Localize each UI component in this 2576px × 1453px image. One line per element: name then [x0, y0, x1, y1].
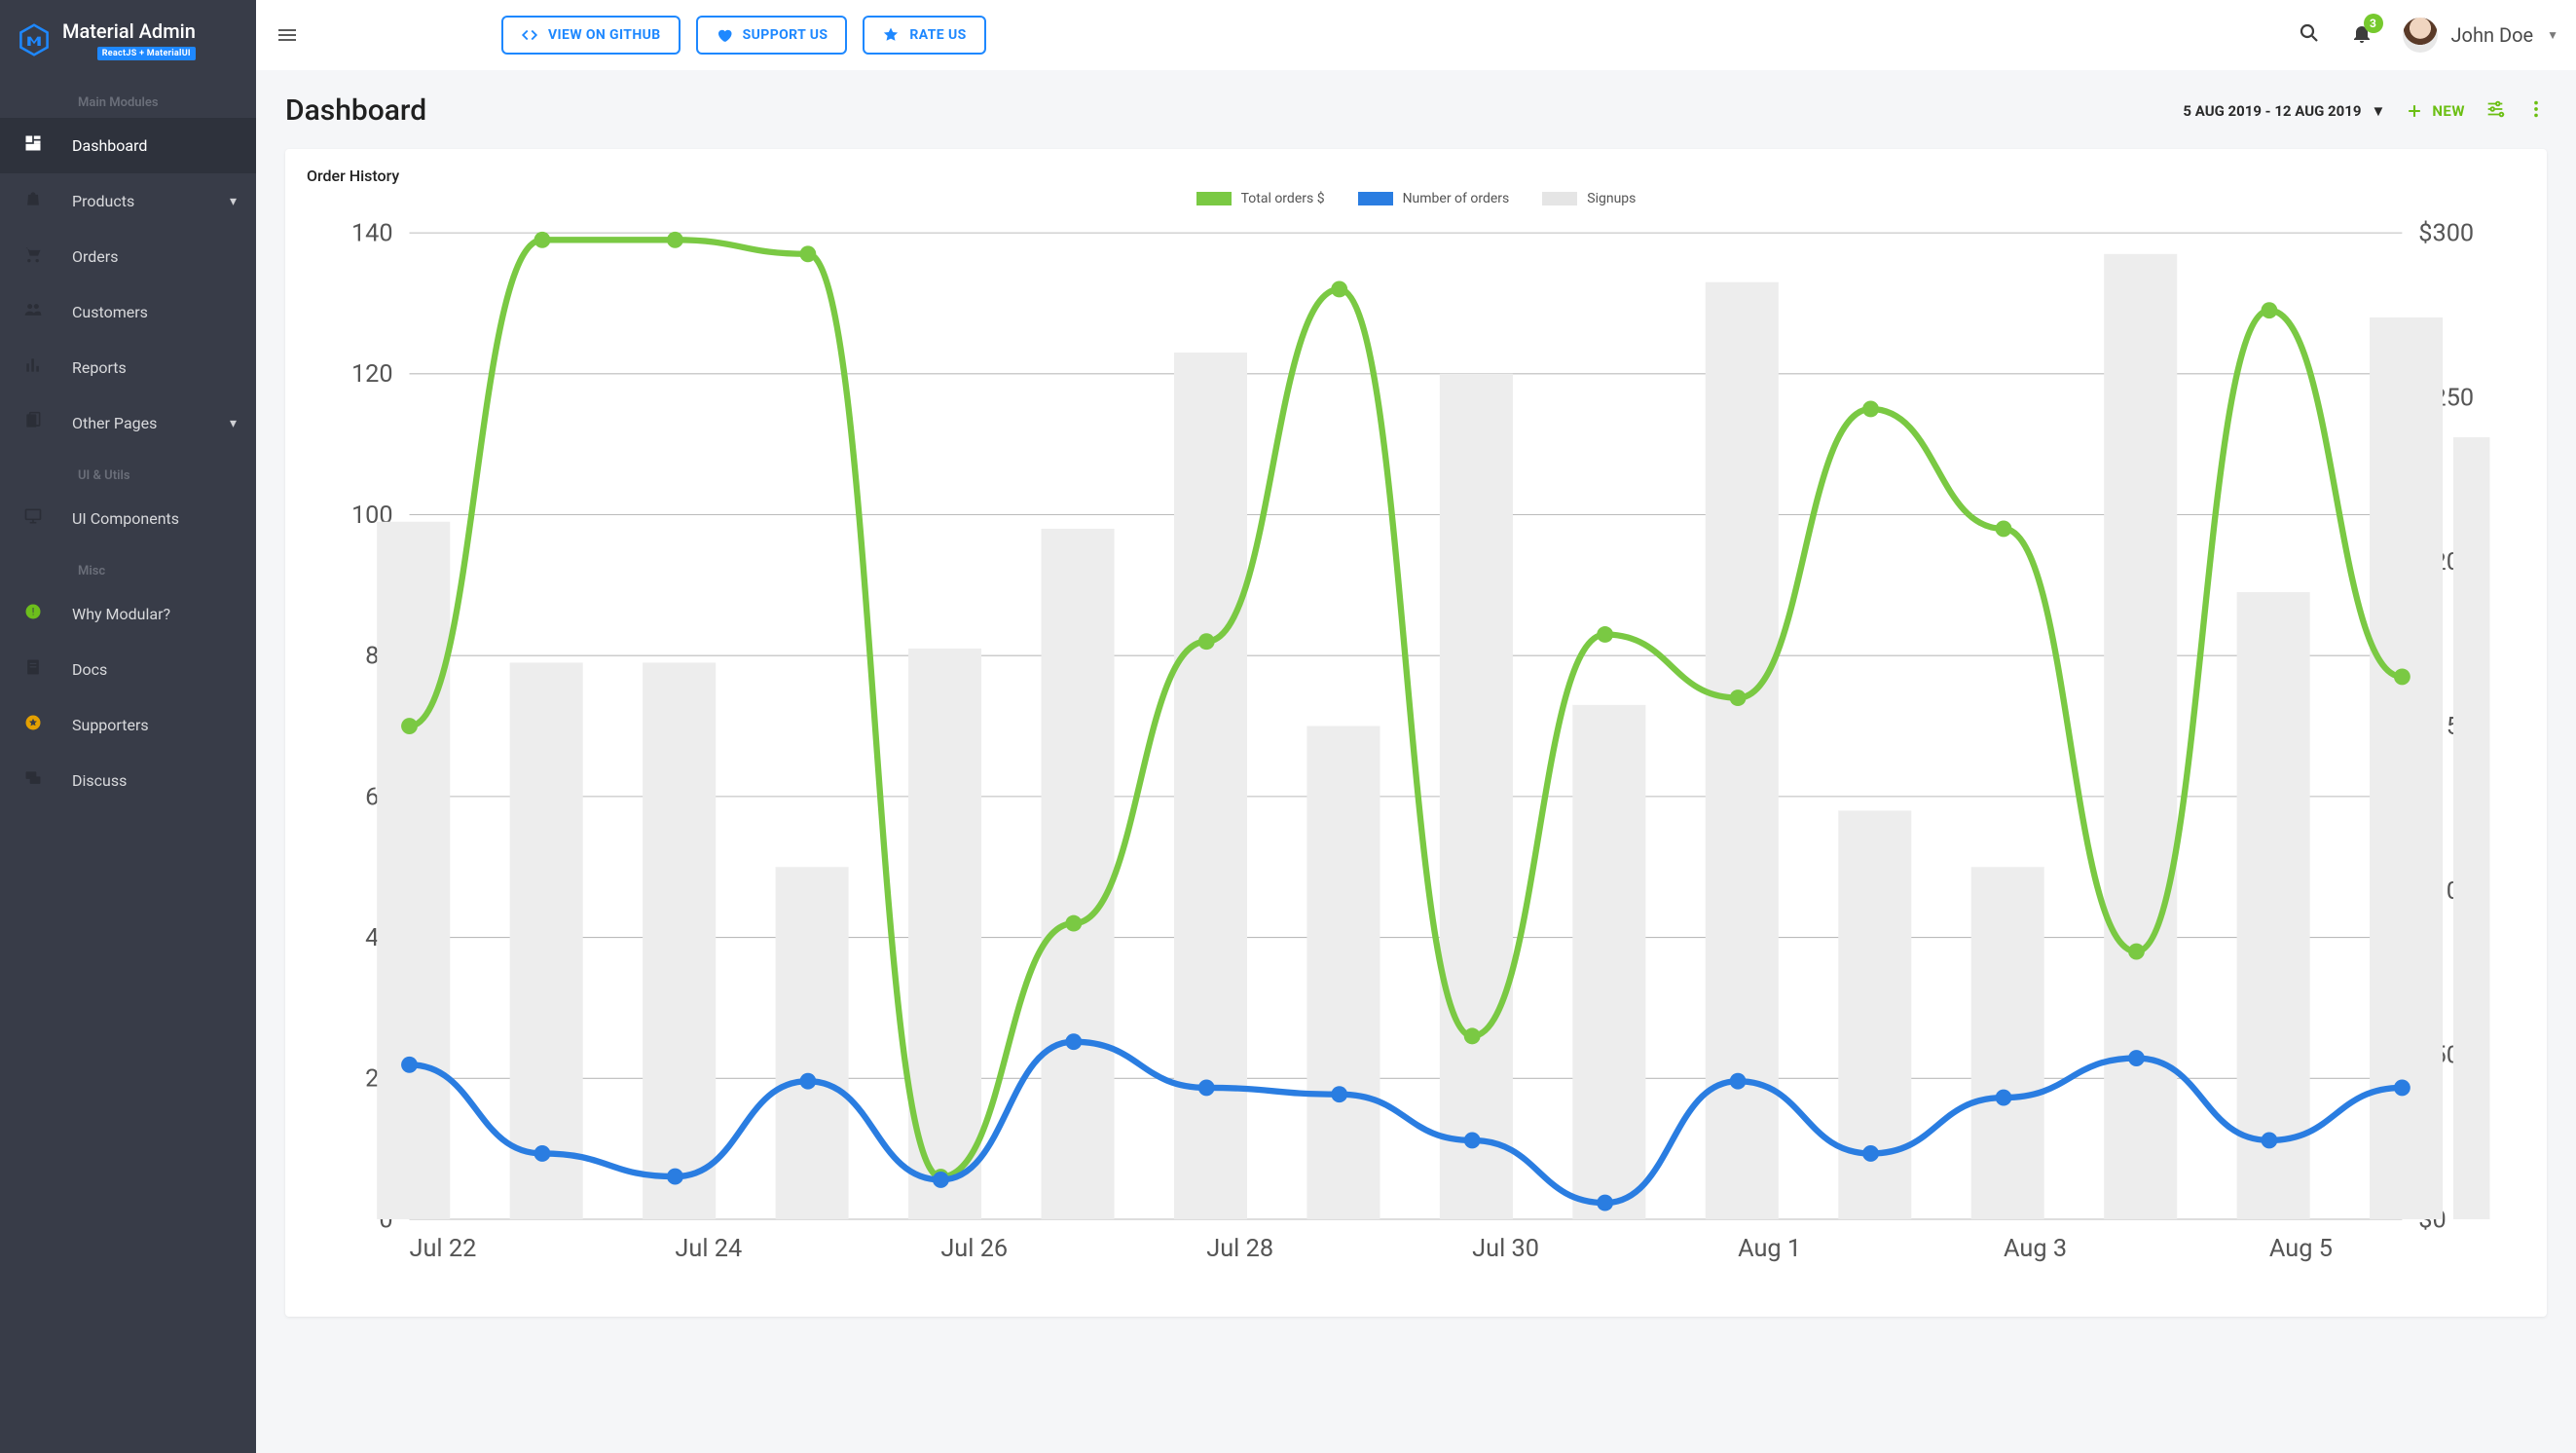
sidebar-item-customers[interactable]: Customers: [0, 284, 256, 340]
chat-icon: [21, 768, 45, 793]
avatar: [2403, 18, 2438, 53]
rate-button[interactable]: RATE US: [863, 16, 985, 55]
people-icon: [21, 300, 45, 324]
chart-icon: [21, 355, 45, 380]
order-history-chart: 020406080100120140$0$50$100$150$200$250$…: [307, 212, 2525, 1301]
svg-text:!: !: [32, 607, 35, 617]
svg-text:Jul 24: Jul 24: [675, 1235, 742, 1263]
svg-text:Jul 30: Jul 30: [1472, 1235, 1539, 1263]
sidebar-item-label: Customers: [72, 303, 148, 321]
svg-text:Jul 26: Jul 26: [940, 1235, 1008, 1263]
sidebar-item-dashboard[interactable]: Dashboard: [0, 118, 256, 173]
sidebar-section-misc: Misc: [0, 546, 256, 586]
search-icon: [2298, 21, 2321, 45]
date-range-picker[interactable]: 5 AUG 2019 - 12 AUG 2019 ▼: [2183, 102, 2385, 120]
legend-signups[interactable]: Signups: [1542, 191, 1636, 206]
brand-badge: ReactJS + MaterialUI: [97, 47, 196, 60]
sidebar-item-label: UI Components: [72, 509, 179, 528]
tune-button[interactable]: [2484, 98, 2506, 124]
chevron-down-icon: ▾: [230, 416, 237, 431]
user-menu[interactable]: John Doe ▼: [2403, 18, 2559, 53]
heart-icon: [716, 26, 733, 44]
sidebar-item-label: Why Modular?: [72, 605, 170, 623]
svg-text:Jul 28: Jul 28: [1206, 1235, 1273, 1263]
svg-text:140: 140: [351, 220, 393, 248]
plus-icon: [2405, 101, 2424, 121]
sidebar-item-why-modular[interactable]: ! Why Modular?: [0, 586, 256, 642]
sidebar-item-orders[interactable]: Orders: [0, 229, 256, 284]
notification-badge: 3: [2364, 14, 2383, 33]
cart-icon: [21, 244, 45, 269]
chevron-down-icon: ▾: [230, 194, 237, 209]
notifications-button[interactable]: 3: [2350, 21, 2374, 49]
user-name: John Doe: [2451, 23, 2534, 47]
sidebar-item-label: Supporters: [72, 716, 149, 734]
sidebar-item-label: Dashboard: [72, 136, 147, 155]
sidebar-item-label: Orders: [72, 247, 118, 266]
svg-text:Aug 1: Aug 1: [1738, 1235, 1801, 1263]
gear-badge-icon: !: [21, 602, 45, 626]
brand-logo-icon: [18, 23, 51, 56]
brand-title: Material Admin: [62, 19, 196, 43]
sidebar-item-products[interactable]: Products ▾: [0, 173, 256, 229]
date-range-label: 5 AUG 2019 - 12 AUG 2019: [2183, 102, 2361, 120]
support-button[interactable]: SUPPORT US: [696, 16, 848, 55]
bag-icon: [21, 189, 45, 213]
new-button[interactable]: NEW: [2405, 101, 2465, 121]
hamburger-icon: [276, 23, 299, 47]
svg-text:120: 120: [351, 360, 393, 389]
star-icon: [882, 26, 900, 44]
sidebar-section-main: Main Modules: [0, 78, 256, 118]
menu-toggle-button[interactable]: [266, 14, 309, 56]
svg-text:Jul 22: Jul 22: [410, 1235, 477, 1263]
sidebar-item-other-pages[interactable]: Other Pages ▾: [0, 395, 256, 451]
search-button[interactable]: [2298, 21, 2321, 49]
card-title: Order History: [307, 167, 2525, 185]
svg-text:Aug 3: Aug 3: [2004, 1235, 2067, 1263]
topbar: VIEW ON GITHUB SUPPORT US RATE US 3: [256, 0, 2576, 70]
code-icon: [521, 26, 538, 44]
more-vert-icon: [2525, 98, 2547, 120]
svg-text:Aug 5: Aug 5: [2269, 1235, 2333, 1263]
legend-total-orders[interactable]: Total orders $: [1196, 191, 1325, 206]
sidebar-item-label: Products: [72, 192, 134, 210]
sidebar-item-ui-components[interactable]: UI Components: [0, 491, 256, 546]
page-title: Dashboard: [285, 93, 426, 128]
order-history-card: Order History Total orders $ Number of o…: [285, 149, 2547, 1317]
legend-num-orders[interactable]: Number of orders: [1358, 191, 1510, 206]
rate-button-label: RATE US: [909, 27, 966, 43]
svg-text:$300: $300: [2418, 220, 2474, 248]
github-button[interactable]: VIEW ON GITHUB: [501, 16, 681, 55]
support-button-label: SUPPORT US: [743, 27, 828, 43]
caret-down-icon: ▼: [2547, 28, 2558, 42]
sidebar-item-docs[interactable]: Docs: [0, 642, 256, 697]
sidebar-item-label: Reports: [72, 358, 127, 377]
caret-down-icon: ▼: [2371, 102, 2385, 120]
brand[interactable]: Material Admin ReactJS + MaterialUI: [0, 0, 256, 78]
new-button-label: NEW: [2432, 102, 2465, 120]
sidebar-item-label: Docs: [72, 660, 107, 679]
sidebar-section-ui: UI & Utils: [0, 451, 256, 491]
more-button[interactable]: [2525, 98, 2547, 124]
sidebar-item-label: Other Pages: [72, 414, 157, 432]
github-button-label: VIEW ON GITHUB: [548, 27, 661, 43]
monitor-icon: [21, 506, 45, 531]
sidebar: Material Admin ReactJS + MaterialUI Main…: [0, 0, 256, 1453]
pages-icon: [21, 411, 45, 435]
sidebar-item-label: Discuss: [72, 771, 127, 790]
star-circle-icon: [21, 713, 45, 737]
doc-icon: [21, 657, 45, 682]
sliders-icon: [2484, 98, 2506, 120]
sidebar-item-discuss[interactable]: Discuss: [0, 753, 256, 808]
sidebar-item-supporters[interactable]: Supporters: [0, 697, 256, 753]
chart-legend: Total orders $ Number of orders Signups: [307, 191, 2525, 206]
sidebar-item-reports[interactable]: Reports: [0, 340, 256, 395]
dashboard-icon: [21, 133, 45, 158]
